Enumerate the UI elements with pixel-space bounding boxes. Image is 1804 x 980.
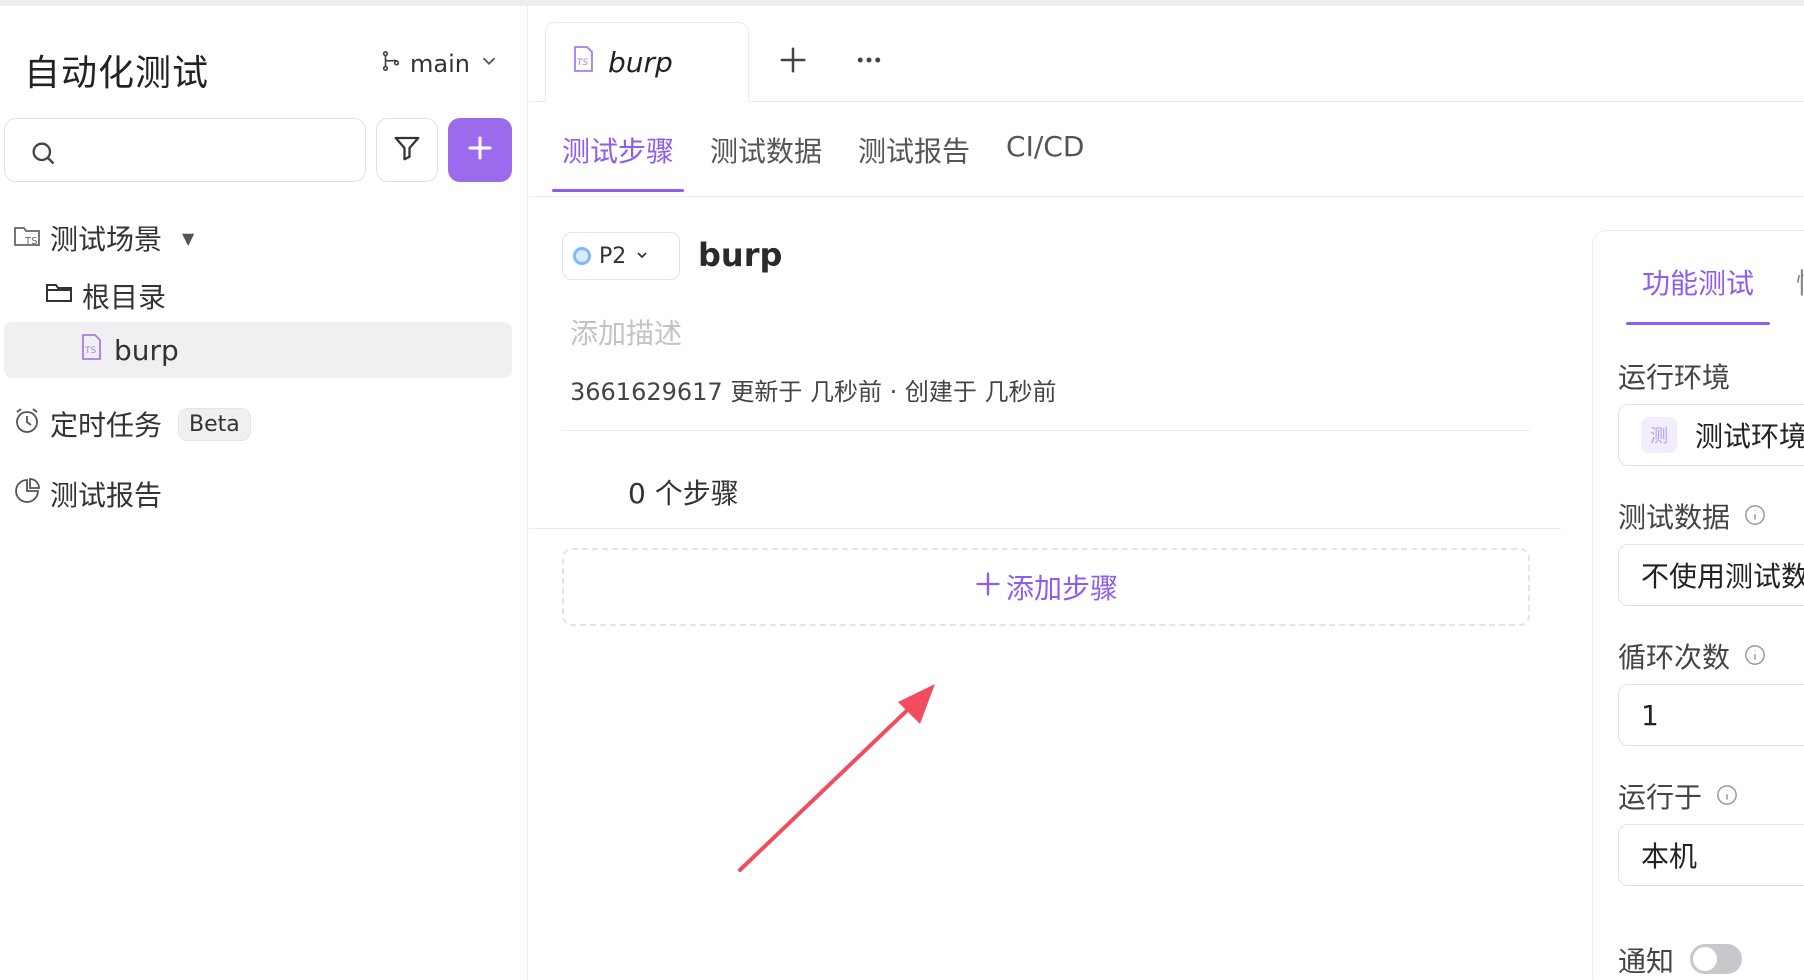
annotation-arrow: [738, 684, 935, 872]
tree-item-root[interactable]: 根目录: [44, 276, 166, 316]
add-button[interactable]: [448, 118, 512, 182]
tab-test-steps[interactable]: 测试步骤: [551, 130, 685, 192]
tab-functional-test[interactable]: 功能测试: [1642, 262, 1754, 302]
priority-select[interactable]: P2: [562, 232, 680, 280]
env-label: 运行环境: [1618, 356, 1730, 396]
test-data-select[interactable]: 不使用测试数据: [1618, 544, 1804, 606]
ts-file-icon: TS: [568, 44, 598, 81]
env-badge: 测: [1641, 417, 1677, 453]
active-tab-underline: [1626, 322, 1770, 325]
sidebar: 自动化测试 main TS 测试场景 ▼ 根目录 TS burp 定时任务 Be…: [0, 6, 528, 980]
loop-count-value: 1: [1641, 698, 1659, 732]
tree-label-scenes: 测试场景: [50, 223, 163, 256]
case-subtabs: 测试步骤 测试数据 测试报告 CI/CD: [551, 130, 1084, 192]
case-meta: 3661629617 更新于 几秒前 · 创建于 几秒前: [570, 378, 1057, 406]
search-box[interactable]: [4, 118, 366, 182]
priority-dot-icon: [573, 247, 591, 265]
notify-label: 通知: [1618, 940, 1674, 980]
run-on-label-text: 运行于: [1618, 781, 1703, 814]
tab-test-report[interactable]: 测试报告: [858, 130, 970, 192]
svg-text:TS: TS: [24, 236, 37, 247]
tree-label-scheduled: 定时任务: [50, 409, 163, 442]
env-select[interactable]: 测 测试环境: [1618, 404, 1804, 466]
new-tab-button[interactable]: [773, 42, 813, 82]
info-icon[interactable]: [1744, 500, 1766, 533]
test-data-value: 不使用测试数据: [1641, 560, 1804, 593]
chevron-down-icon: [478, 50, 500, 78]
run-on-select[interactable]: 本机: [1618, 824, 1804, 886]
more-tabs-button[interactable]: [849, 42, 889, 82]
priority-value: P2: [599, 243, 627, 269]
description-placeholder[interactable]: 添加描述: [570, 312, 682, 352]
tree-label-reports: 测试报告: [50, 479, 163, 512]
ts-file-icon: TS: [76, 332, 106, 369]
test-data-label: 测试数据: [1618, 496, 1766, 536]
case-title[interactable]: burp: [698, 236, 782, 274]
pie-chart-icon: [12, 476, 42, 513]
chevron-down-icon: [634, 244, 650, 269]
svg-text:TS: TS: [84, 346, 96, 356]
file-tab-label: burp: [608, 46, 673, 79]
ts-folder-icon: TS: [12, 220, 42, 257]
branch-selector[interactable]: main: [380, 50, 500, 78]
git-branch-icon: [380, 50, 402, 78]
loop-count-label-text: 循环次数: [1618, 641, 1731, 674]
file-tab-burp[interactable]: TS burp: [545, 22, 749, 102]
plus-icon: [778, 45, 808, 79]
tree-item-reports[interactable]: 测试报告: [12, 474, 162, 514]
info-icon[interactable]: [1716, 780, 1738, 813]
tree-item-scenes[interactable]: TS 测试场景 ▼: [12, 218, 194, 258]
tree-label-root: 根目录: [82, 281, 167, 314]
tree-item-scheduled-tasks[interactable]: 定时任务 Beta: [12, 404, 251, 444]
divider: [562, 430, 1530, 431]
plus-icon: [974, 570, 1002, 605]
beta-badge: Beta: [178, 407, 251, 441]
tree-item-burp[interactable]: TS burp: [4, 322, 512, 378]
search-input[interactable]: [69, 129, 349, 173]
folder-icon: [44, 278, 74, 315]
filter-icon: [392, 133, 422, 167]
divider: [529, 528, 1561, 529]
add-step-button[interactable]: 添加步骤: [562, 548, 1530, 626]
test-data-label-text: 测试数据: [1618, 501, 1731, 534]
env-value: 测试环境: [1695, 420, 1804, 453]
alarm-clock-icon: [12, 406, 42, 443]
project-title: 自动化测试: [24, 53, 210, 94]
branch-name: main: [410, 50, 470, 78]
file-tab-bar: TS burp: [529, 6, 1804, 102]
env-label-text: 运行环境: [1618, 361, 1731, 394]
tab-cicd[interactable]: CI/CD: [1006, 130, 1084, 192]
add-step-label: 添加步骤: [1005, 572, 1118, 605]
tree-label-burp: burp: [114, 333, 179, 367]
steps-count: 0 个步骤: [628, 477, 739, 510]
tab-performance-test[interactable]: 性: [1796, 262, 1804, 302]
plus-icon: [465, 133, 495, 167]
notify-toggle[interactable]: [1690, 944, 1742, 974]
filter-button[interactable]: [376, 118, 438, 182]
more-horizontal-icon: [854, 45, 884, 79]
run-on-label: 运行于: [1618, 776, 1738, 816]
notify-label-text: 通知: [1618, 945, 1675, 978]
loop-count-input[interactable]: 1: [1618, 684, 1804, 746]
subtabs-divider: [529, 196, 1804, 197]
caret-down-icon[interactable]: ▼: [182, 229, 194, 248]
info-icon[interactable]: [1744, 640, 1766, 673]
run-on-value: 本机: [1641, 840, 1698, 873]
tab-test-data[interactable]: 测试数据: [710, 130, 822, 192]
loop-count-label: 循环次数: [1618, 636, 1766, 676]
svg-text:TS: TS: [577, 58, 588, 68]
